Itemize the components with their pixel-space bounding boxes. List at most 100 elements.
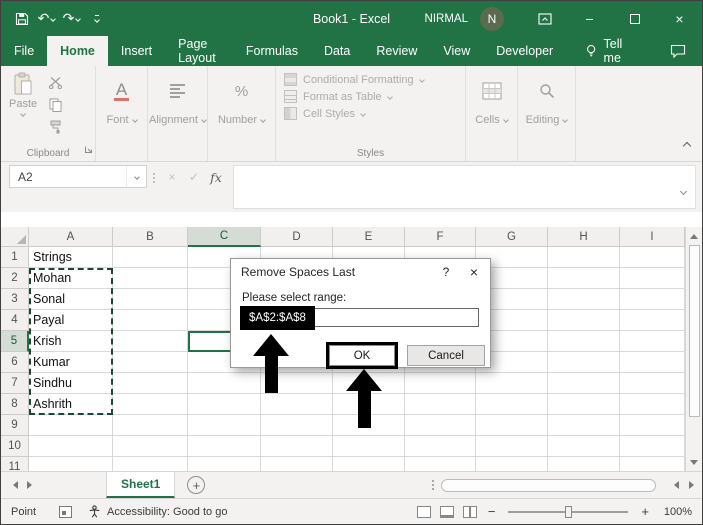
minimize-button[interactable]: −	[567, 1, 612, 36]
formula-bar-grip-icon[interactable]	[147, 165, 161, 183]
horizontal-scrollbar[interactable]	[441, 479, 656, 492]
cell-C9[interactable]	[188, 415, 261, 436]
cell-A7[interactable]: Sindhu	[29, 373, 113, 394]
cell-D8[interactable]	[261, 394, 333, 415]
cancel-entry-button[interactable]: ×	[161, 166, 183, 188]
cell-B9[interactable]	[113, 415, 188, 436]
accessibility-status[interactable]: Accessibility: Good to go	[88, 505, 227, 518]
cell-B5[interactable]	[113, 331, 188, 352]
row-header-11[interactable]: 11	[1, 457, 29, 471]
scroll-up-button[interactable]	[686, 229, 702, 243]
tab-insert[interactable]: Insert	[108, 36, 165, 66]
cells-group-button[interactable]: Cells	[466, 66, 518, 161]
number-group-button[interactable]: % Number	[208, 66, 276, 161]
zoom-level[interactable]: 100%	[660, 506, 692, 518]
col-header-A[interactable]: A	[29, 227, 113, 247]
cell-B6[interactable]	[113, 352, 188, 373]
next-sheet-button[interactable]	[27, 481, 32, 489]
tab-data[interactable]: Data	[311, 36, 363, 66]
row-header-8[interactable]: 8	[1, 394, 29, 415]
col-header-F[interactable]: F	[405, 227, 476, 247]
user-name[interactable]: NIRMAL	[425, 13, 468, 25]
cell-E11[interactable]	[333, 457, 405, 471]
tab-review[interactable]: Review	[363, 36, 430, 66]
scroll-left-button[interactable]	[674, 481, 679, 489]
row-header-4[interactable]: 4	[1, 310, 29, 331]
cell-I1[interactable]	[620, 247, 685, 268]
cell-A6[interactable]: Kumar	[29, 352, 113, 373]
tab-view[interactable]: View	[430, 36, 483, 66]
redo-button[interactable]: ↷	[59, 6, 84, 32]
row-header-9[interactable]: 9	[1, 415, 29, 436]
dialog-close-button[interactable]: ×	[458, 259, 490, 284]
cell-B4[interactable]	[113, 310, 188, 331]
alignment-group-button[interactable]: Alignment	[148, 66, 208, 161]
expand-formula-bar-button[interactable]	[679, 181, 688, 199]
format-painter-button[interactable]	[46, 119, 64, 134]
cell-F8[interactable]	[405, 394, 476, 415]
cell-A1[interactable]: Strings	[29, 247, 113, 268]
cell-I8[interactable]	[620, 394, 685, 415]
cell-I6[interactable]	[620, 352, 685, 373]
cell-A9[interactable]	[29, 415, 113, 436]
scroll-down-button[interactable]	[686, 455, 702, 469]
font-group-button[interactable]: A Font	[96, 66, 148, 161]
row-header-1[interactable]: 1	[1, 247, 29, 268]
customize-qat-button[interactable]	[84, 6, 109, 32]
cut-button[interactable]	[46, 75, 64, 90]
row-header-7[interactable]: 7	[1, 373, 29, 394]
cell-B7[interactable]	[113, 373, 188, 394]
name-box[interactable]: A2	[9, 165, 147, 188]
tell-me-button[interactable]: Tell me	[572, 36, 654, 66]
horizontal-scroll-thumb[interactable]	[441, 479, 656, 492]
zoom-slider-handle[interactable]	[565, 505, 573, 518]
cell-A3[interactable]: Sonal	[29, 289, 113, 310]
cell-D10[interactable]	[261, 436, 333, 457]
cell-A11[interactable]	[29, 457, 113, 471]
cell-B10[interactable]	[113, 436, 188, 457]
col-header-C[interactable]: C	[188, 227, 261, 247]
cell-I5[interactable]	[620, 331, 685, 352]
cell-A8[interactable]: Ashrith	[29, 394, 113, 415]
cell-C11[interactable]	[188, 457, 261, 471]
cell-A10[interactable]	[29, 436, 113, 457]
maximize-button[interactable]	[612, 1, 657, 36]
cancel-button[interactable]: Cancel	[407, 345, 485, 366]
dialog-help-button[interactable]: ?	[434, 265, 458, 279]
cell-C7[interactable]	[188, 373, 261, 394]
cell-H2[interactable]	[548, 268, 620, 289]
cell-I2[interactable]	[620, 268, 685, 289]
cell-G9[interactable]	[476, 415, 548, 436]
cell-H9[interactable]	[548, 415, 620, 436]
range-input[interactable]: $A$2:$A$8	[240, 306, 479, 330]
cell-B3[interactable]	[113, 289, 188, 310]
row-header-10[interactable]: 10	[1, 436, 29, 457]
cell-H4[interactable]	[548, 310, 620, 331]
cell-H1[interactable]	[548, 247, 620, 268]
ribbon-display-options-button[interactable]	[522, 1, 567, 36]
cell-H8[interactable]	[548, 394, 620, 415]
cell-A5[interactable]: Krish	[29, 331, 113, 352]
cell-B2[interactable]	[113, 268, 188, 289]
zoom-in-button[interactable]: +	[639, 504, 651, 519]
save-button[interactable]	[9, 6, 34, 32]
cell-D9[interactable]	[261, 415, 333, 436]
cell-I4[interactable]	[620, 310, 685, 331]
paste-button[interactable]: Paste	[9, 72, 37, 134]
page-break-view-button[interactable]	[462, 505, 477, 518]
previous-sheet-button[interactable]	[13, 481, 18, 489]
cell-H3[interactable]	[548, 289, 620, 310]
select-all-button[interactable]	[1, 227, 29, 247]
cell-G10[interactable]	[476, 436, 548, 457]
cell-F10[interactable]	[405, 436, 476, 457]
undo-button[interactable]: ↶	[34, 6, 59, 32]
row-header-5[interactable]: 5	[1, 331, 29, 352]
new-sheet-button[interactable]: +	[187, 476, 206, 494]
cell-I11[interactable]	[620, 457, 685, 471]
tab-formulas[interactable]: Formulas	[233, 36, 311, 66]
col-header-I[interactable]: I	[620, 227, 685, 247]
format-as-table-button[interactable]: Format as Table	[276, 88, 465, 105]
cell-A4[interactable]: Payal	[29, 310, 113, 331]
normal-view-button[interactable]	[416, 505, 431, 518]
cell-E10[interactable]	[333, 436, 405, 457]
